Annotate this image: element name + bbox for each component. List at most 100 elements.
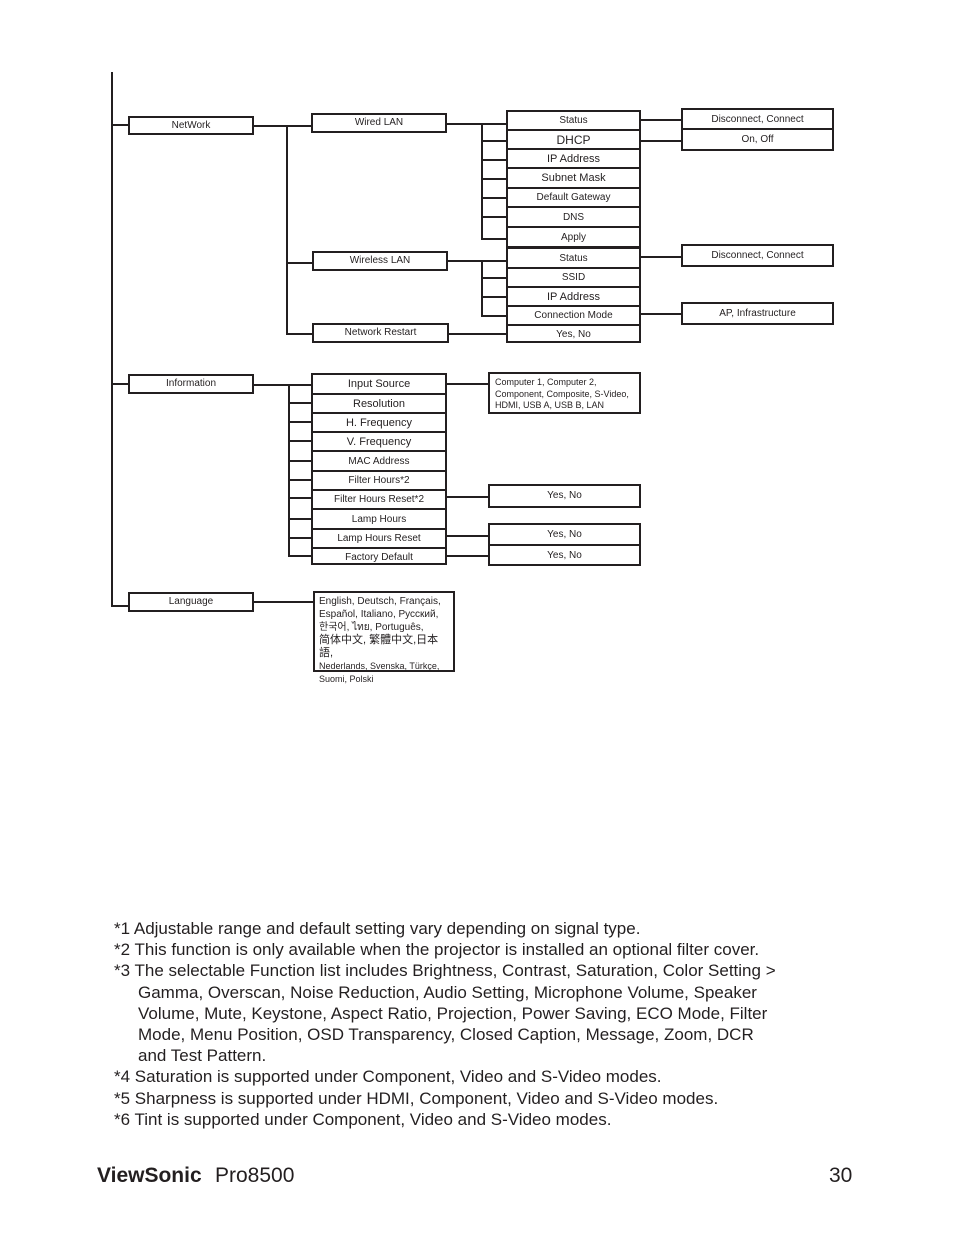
connector [481,197,507,199]
connector [641,140,682,142]
connector [448,260,507,262]
connector [481,260,483,317]
wired-default-gateway: Default Gateway [508,189,639,208]
footnote-continuation: Gamma, Overscan, Noise Reduction, Audio … [138,982,757,1002]
reset-options: Yes, No Yes, No [488,523,641,566]
info-v-frequency: V. Frequency [313,433,445,452]
footnote-text: *6 Tint is supported under Component, Vi… [114,1109,612,1129]
connector [641,313,682,315]
info-h-frequency: H. Frequency [313,414,445,433]
connector [254,384,312,386]
connector [641,119,682,121]
footnote-text: *5 Sharpness is supported under HDMI, Co… [114,1088,719,1108]
footnote-1: *1 Adjustable range and default setting … [114,918,854,939]
network-restart-option: Yes, No [556,329,591,340]
connector [481,315,507,317]
submenu-wired-lan: Wired LAN [311,113,447,133]
filter-hours-reset-options: Yes, No [488,484,641,508]
info-filter-hours-reset: Filter Hours Reset*2 [313,491,445,510]
connector [447,123,507,125]
connector [481,178,507,180]
footnote-5: *5 Sharpness is supported under HDMI, Co… [114,1088,854,1109]
footnotes: *1 Adjustable range and default setting … [114,918,854,1130]
page-number: 30 [829,1164,853,1187]
connector [481,277,507,279]
connector [449,333,507,335]
language-line: 한국어, ไทย, Português, [319,622,424,633]
footer-brand: ViewSonic [97,1164,202,1187]
wired-options: Disconnect, Connect On, Off [681,108,834,151]
connector [481,216,507,218]
connection-mode-options: AP, Infrastructure [681,302,834,325]
connector [111,124,129,126]
connector [447,496,489,498]
connector [481,238,507,240]
language-line: English, Deutsch, Français, [319,596,441,607]
submenu-wireless-lan: Wireless LAN [312,251,448,271]
language-line: Español, Italiano, Русский, [319,609,439,620]
connector [481,159,507,161]
language-line: Nederlands, Svenska, Türkçe, [319,661,440,671]
connector [288,555,312,557]
menu-network: NetWork [128,116,254,135]
connector [288,497,312,499]
wired-ip-address: IP Address [508,150,639,169]
connector [447,555,489,557]
footnote-2: *2 This function is only available when … [114,939,854,960]
info-input-source: Input Source [313,375,445,395]
info-filter-hours: Filter Hours*2 [313,472,445,491]
footnote-text: *2 This function is only available when … [114,940,760,960]
footnote-continuation: and Test Pattern. [138,1046,267,1066]
connector [254,601,314,603]
wireless-status: Status [508,249,639,269]
wireless-lan-items: Status SSID IP Address Connection Mode Y… [506,247,641,343]
lamp-hours-reset-options: Yes, No [490,525,639,546]
footnote-text: *4 Saturation is supported under Compone… [114,1067,662,1087]
submenu-network-restart: Network Restart [312,323,449,343]
info-resolution: Resolution [313,395,445,414]
wired-apply: Apply [560,231,586,243]
connector [288,440,312,442]
connector [288,537,312,539]
wired-subnet-mask: Subnet Mask [508,169,639,189]
factory-default-options: Yes, No [547,549,582,561]
information-items: Input Source Resolution H. Frequency V. … [311,373,447,565]
connector [288,402,312,404]
wireless-connection-mode: Connection Mode [508,307,639,326]
footnote-text: *1 Adjustable range and default setting … [114,919,641,938]
connector [288,518,312,520]
language-line: Suomi, Polski [319,674,374,684]
connector [641,256,682,258]
connector [254,125,312,127]
spine-line [111,72,113,607]
info-lamp-hours-reset: Lamp Hours Reset [313,530,445,549]
connector [111,383,129,385]
wireless-ssid: SSID [508,269,639,288]
wired-dhcp: DHCP [508,131,639,150]
language-options: English, Deutsch, Français, Español, Ita… [313,591,455,684]
connector [288,384,290,556]
wireless-ip-address: IP Address [508,288,639,307]
footnote-6: *6 Tint is supported under Component, Vi… [114,1109,854,1130]
info-lamp-hours: Lamp Hours [313,510,445,530]
wired-lan-items: Status DHCP IP Address Subnet Mask Defau… [506,110,641,248]
footnote-continuation: Volume, Mute, Keystone, Aspect Ratio, Pr… [138,1003,768,1023]
connector [481,140,507,142]
info-factory-default: Factory Default [345,552,413,563]
footnote-3: *3 The selectable Function list includes… [114,960,854,1066]
connector [288,421,312,423]
info-mac-address: MAC Address [313,452,445,472]
footnote-4: *4 Saturation is supported under Compone… [114,1066,854,1087]
connector [286,333,313,335]
dhcp-options: On, Off [741,134,774,145]
menu-tree-diagram: NetWork Wired LAN Status DHCP IP Address… [0,0,954,700]
wireless-status-options: Disconnect, Connect [681,244,834,267]
connector [288,460,312,462]
wired-dns: DNS [508,208,639,228]
connector [111,605,129,607]
connector [288,479,312,481]
language-line: 简体中文, 繁體中文,日本語, [319,634,439,659]
wired-status: Status [508,112,639,131]
footer-model: Pro8500 [215,1164,295,1187]
menu-information: Information [128,374,254,394]
